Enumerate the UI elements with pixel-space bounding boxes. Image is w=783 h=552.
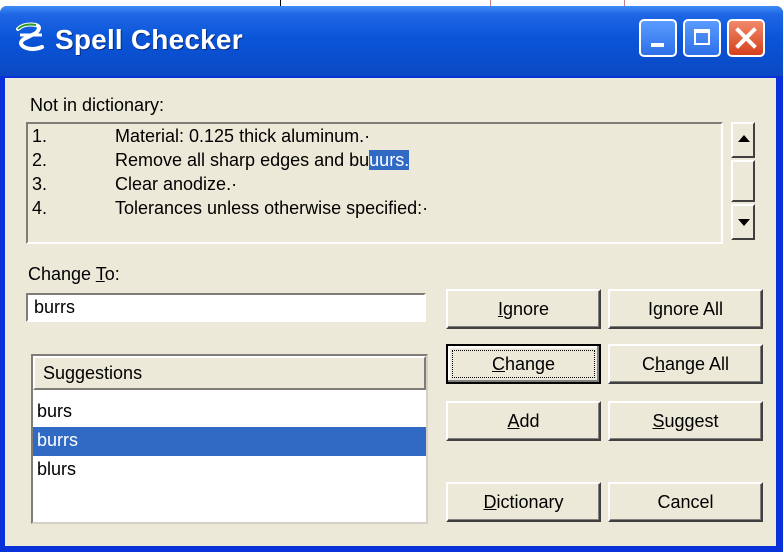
add-rest: dd — [519, 410, 540, 431]
change-all-pre: C — [641, 353, 655, 374]
list-item-selected[interactable]: burrs — [33, 427, 426, 456]
suggestions-header[interactable]: Suggestions — [33, 356, 426, 390]
suggest-rest: uggest — [664, 410, 719, 431]
change-to-input[interactable] — [26, 293, 426, 322]
suggestions-list[interactable]: Suggestions burs burrs blurs — [31, 354, 428, 524]
line-text: Material: 0.125 thick aluminum.· — [115, 126, 371, 146]
ignore-all-key: g — [652, 298, 663, 319]
change-button[interactable]: Change — [446, 344, 601, 384]
add-button[interactable]: Add — [446, 401, 601, 441]
line-number: 3. — [32, 174, 48, 194]
line-text: Tolerances unless otherwise specified:· — [115, 198, 429, 218]
list-item[interactable]: blurs — [33, 456, 426, 485]
list-item[interactable]: burs — [33, 398, 426, 427]
change-to-label-pre: Change — [28, 264, 96, 284]
line-number: 2. — [32, 150, 48, 170]
change-key: C — [491, 353, 505, 374]
change-all-key: h — [654, 353, 665, 374]
ignore-all-rest: nore All — [662, 298, 724, 319]
line-text: Remove all sharp edges and buuurs. — [115, 150, 410, 171]
suggest-key: S — [652, 410, 665, 431]
add-key: A — [507, 410, 520, 431]
close-button[interactable] — [727, 19, 765, 57]
maximize-button[interactable] — [683, 19, 721, 57]
title-bar[interactable]: Spell Checker — [0, 6, 783, 76]
not-in-dictionary-list[interactable]: 1. Material: 0.125 thick aluminum.· 2. R… — [26, 122, 723, 244]
change-all-rest: ange All — [664, 353, 730, 374]
line-number: 1. — [32, 126, 48, 146]
window-title: Spell Checker — [55, 24, 243, 55]
line-text-before: Remove all sharp edges and bu — [115, 150, 370, 170]
arrow-up-icon — [738, 135, 750, 142]
ignore-button[interactable]: Ignore — [446, 289, 601, 329]
microstation-logo-icon — [16, 22, 44, 51]
misspelled-word-highlight: uurs. — [369, 150, 410, 170]
ignore-rest: gnore — [502, 298, 550, 319]
dictionary-key: D — [483, 491, 497, 512]
arrow-down-icon — [738, 219, 750, 226]
minimize-button[interactable] — [639, 19, 677, 57]
minimize-icon — [651, 43, 664, 47]
change-rest: hange — [504, 353, 556, 374]
change-all-button[interactable]: Change All — [608, 344, 763, 384]
spell-checker-dialog: Spell Checker Not in dictionary: 1. Mate… — [0, 6, 783, 552]
scroll-up-button[interactable] — [731, 122, 755, 158]
close-icon — [735, 27, 757, 49]
change-to-label: Change To: — [28, 264, 120, 285]
scroll-thumb[interactable] — [731, 160, 755, 202]
not-in-dictionary-label: Not in dictionary: — [30, 95, 165, 115]
dictionary-button[interactable]: Dictionary — [446, 482, 601, 522]
line-text: Clear anodize.· — [115, 174, 238, 194]
dictionary-rest: ictionary — [496, 491, 564, 512]
maximize-icon — [694, 29, 710, 45]
change-to-label-post: o: — [104, 264, 120, 284]
scroll-down-button[interactable] — [731, 204, 755, 240]
change-to-label-key: T — [95, 264, 105, 284]
cancel-button[interactable]: Cancel — [608, 482, 763, 522]
ignore-all-button[interactable]: Ignore All — [608, 289, 763, 329]
line-number: 4. — [32, 198, 48, 218]
suggest-button[interactable]: Suggest — [608, 401, 763, 441]
list-scrollbar[interactable] — [731, 122, 755, 240]
